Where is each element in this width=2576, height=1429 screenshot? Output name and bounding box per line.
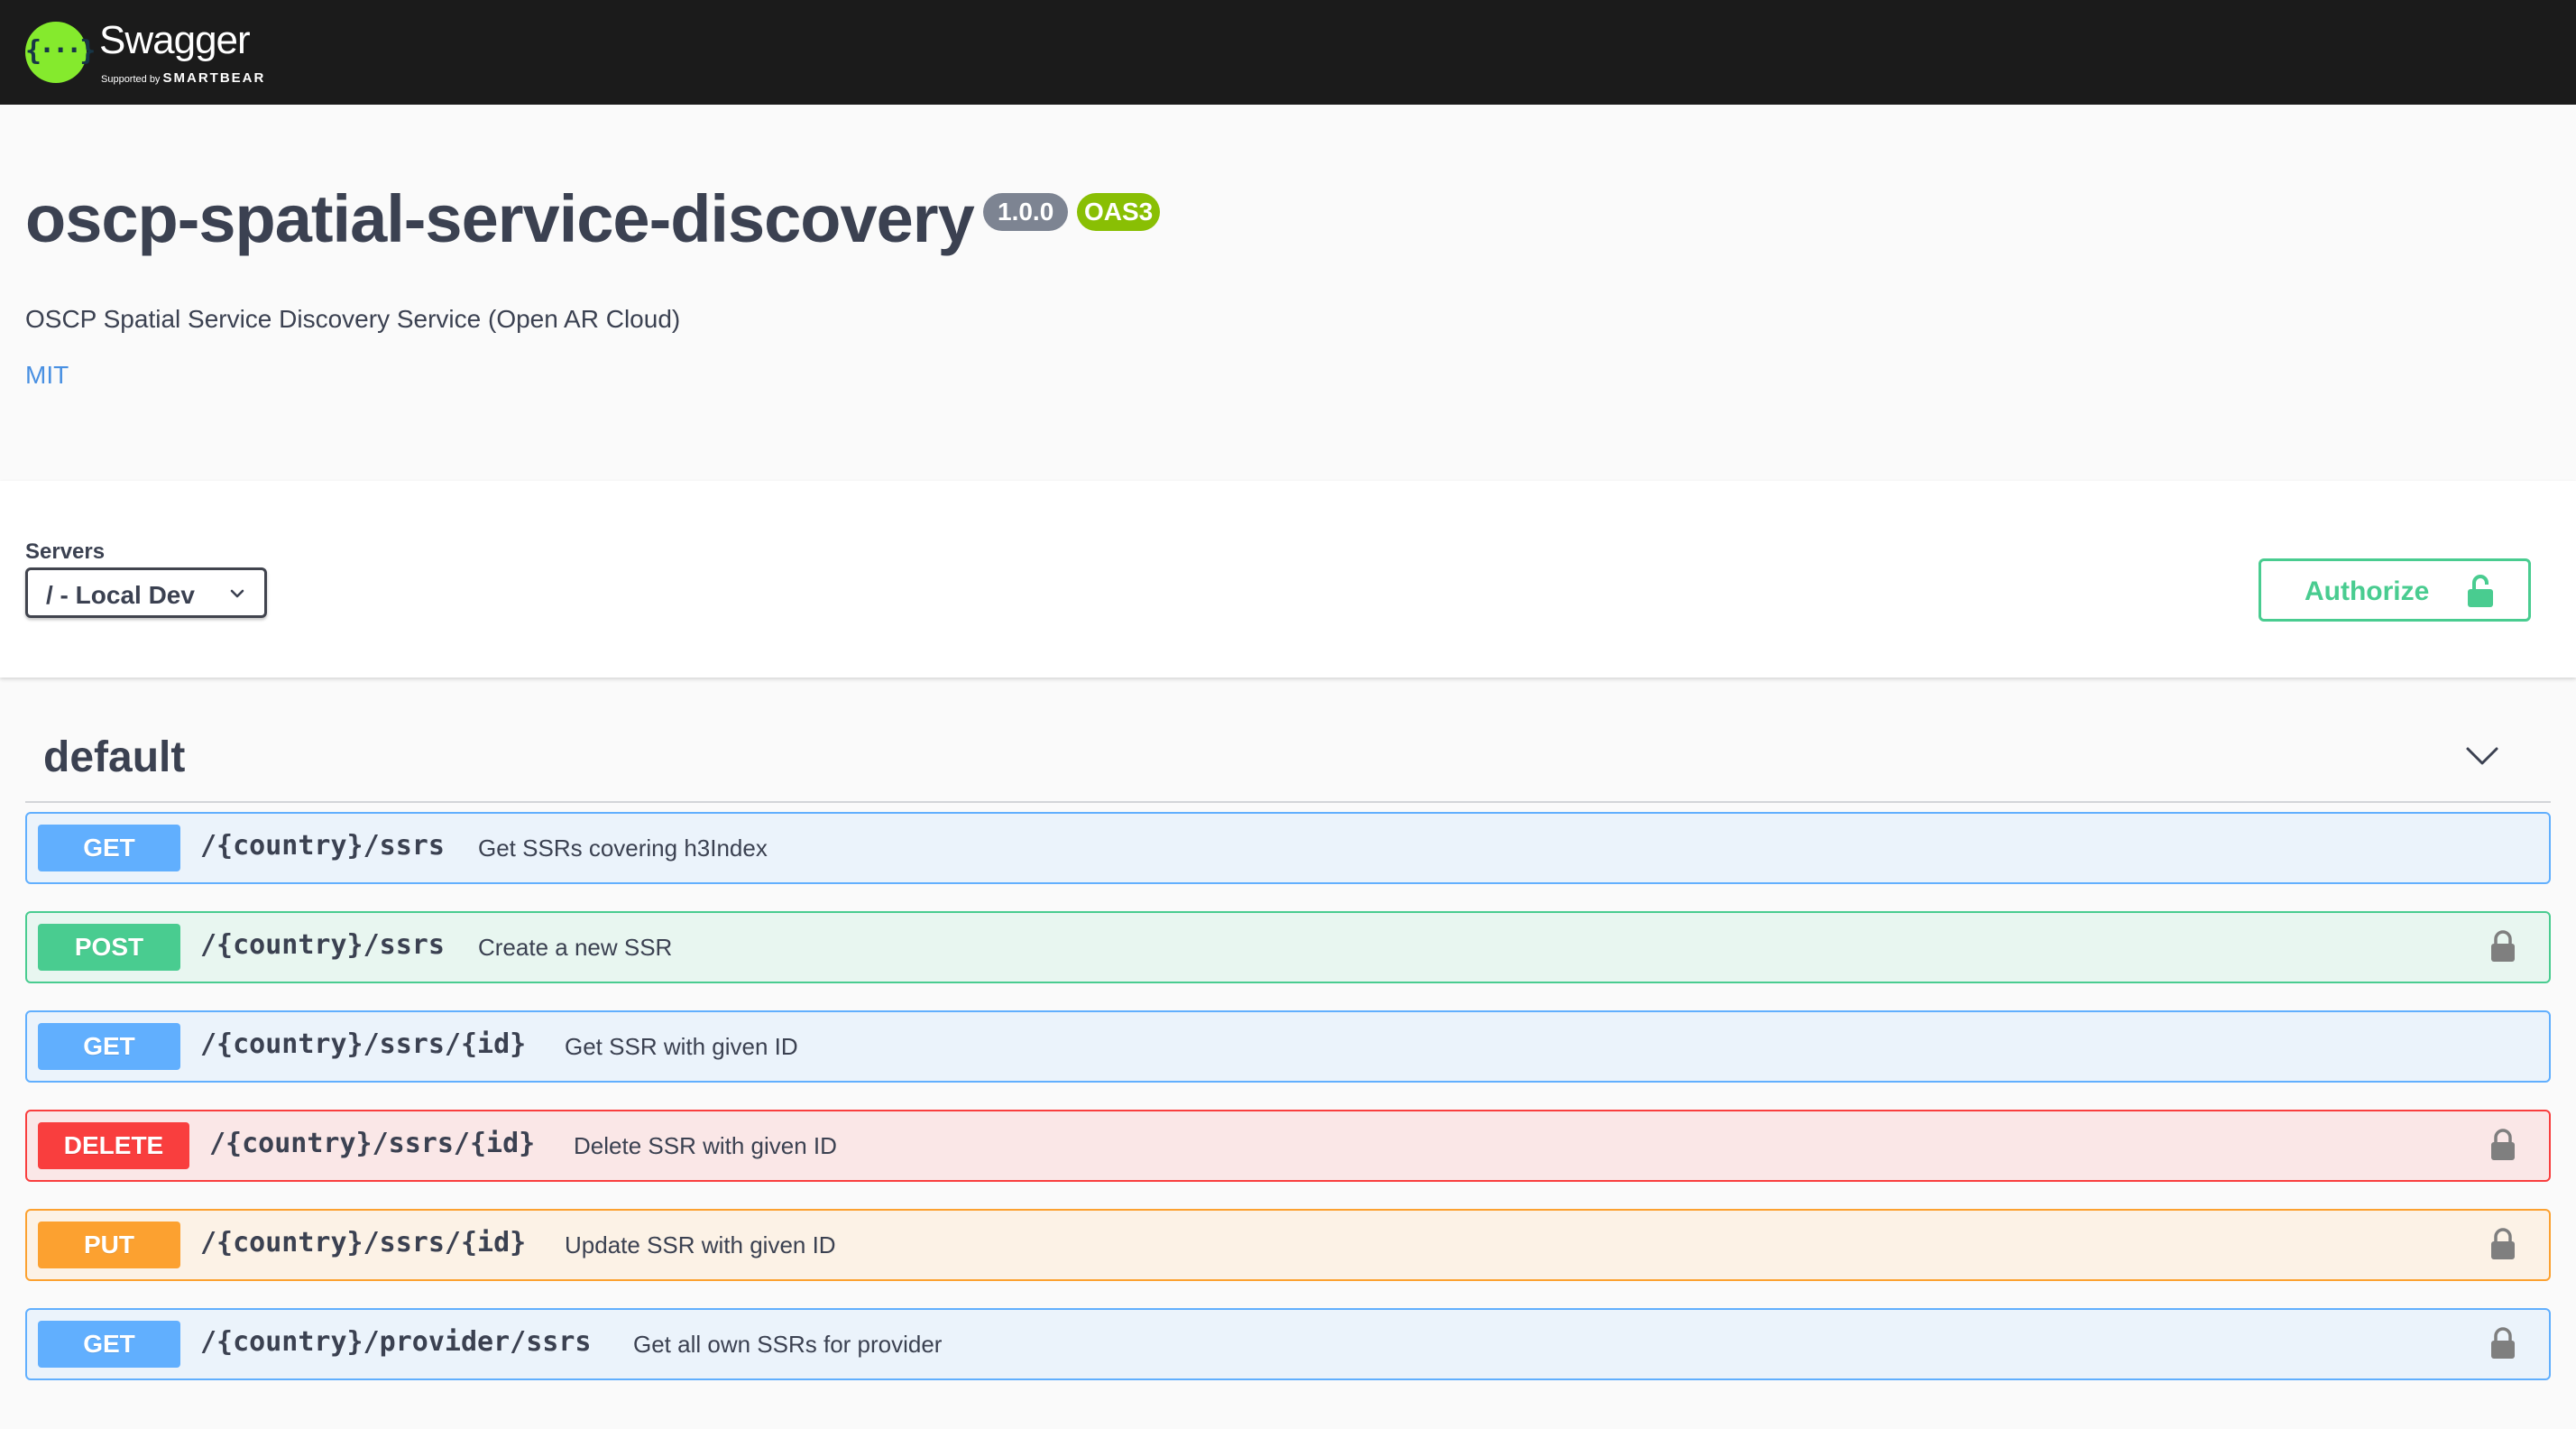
operation-path: /{country}/provider/ssrs <box>200 1326 592 1358</box>
swagger-logo[interactable]: {···} Swagger Supported by SMARTBEAR <box>25 14 289 90</box>
api-description: OSCP Spatial Service Discovery Service (… <box>25 305 681 333</box>
padlock-icon[interactable] <box>2489 1128 2516 1162</box>
servers-select-value: / - Local Dev <box>46 581 195 609</box>
method-badge-get: GET <box>38 825 180 871</box>
unlocked-padlock-icon <box>2468 575 2493 607</box>
authorize-button[interactable]: Authorize <box>2259 558 2531 622</box>
operation-put-country-ssrs-id[interactable]: PUT /{country}/ssrs/{id} Update SSR with… <box>25 1209 2551 1281</box>
operation-get-country-ssrs-id[interactable]: GET /{country}/ssrs/{id} Get SSR with gi… <box>25 1010 2551 1083</box>
servers-select[interactable]: / - Local Dev <box>25 567 267 618</box>
tag-name: default <box>43 733 186 781</box>
operation-get-country-provider-ssrs[interactable]: GET /{country}/provider/ssrs Get all own… <box>25 1308 2551 1380</box>
method-badge-put: PUT <box>38 1222 180 1268</box>
swagger-logo-glyph: {···} <box>25 35 96 67</box>
operation-path: /{country}/ssrs <box>200 929 445 961</box>
method-badge-post: POST <box>38 924 180 971</box>
supported-by-text: Supported by SMARTBEAR <box>101 70 265 86</box>
authorize-label: Authorize <box>2305 576 2430 606</box>
tag-default-header[interactable]: default <box>25 716 2551 803</box>
api-title: oscp-spatial-service-discovery <box>25 181 975 256</box>
operation-summary: Create a new SSR <box>478 934 673 961</box>
smartbear-label: SMARTBEAR <box>162 70 266 86</box>
padlock-icon[interactable] <box>2489 1326 2516 1360</box>
operation-path: /{country}/ssrs/{id} <box>209 1128 536 1159</box>
method-badge-get: GET <box>38 1023 180 1070</box>
version-badge: 1.0.0 <box>983 193 1069 231</box>
collapse-chevron-icon[interactable] <box>2464 738 2500 774</box>
swagger-logo-icon: {···} <box>25 22 96 83</box>
swagger-logo-text: Swagger Supported by SMARTBEAR <box>99 14 289 90</box>
scheme-container: Servers / - Local Dev Authorize <box>0 481 2576 678</box>
operation-summary: Get SSRs covering h3Index <box>478 834 768 862</box>
method-badge-get: GET <box>38 1321 180 1368</box>
servers-label: Servers <box>25 539 106 564</box>
chevron-down-icon <box>230 589 244 598</box>
license-link[interactable]: MIT <box>25 361 69 390</box>
operation-summary: Delete SSR with given ID <box>574 1132 837 1159</box>
topbar: {···} Swagger Supported by SMARTBEAR <box>0 0 2576 105</box>
operation-delete-country-ssrs-id[interactable]: DELETE /{country}/ssrs/{id} Delete SSR w… <box>25 1110 2551 1182</box>
method-badge-delete: DELETE <box>38 1122 189 1169</box>
operation-summary: Get SSR with given ID <box>565 1033 798 1060</box>
swagger-logo-name: Swagger <box>99 18 251 62</box>
supported-by-label: Supported by <box>101 74 161 85</box>
padlock-icon[interactable] <box>2489 1227 2516 1261</box>
oas-badge: OAS3 <box>1077 193 1161 231</box>
operation-path: /{country}/ssrs <box>200 830 445 862</box>
operation-path: /{country}/ssrs/{id} <box>200 1028 527 1060</box>
operation-path: /{country}/ssrs/{id} <box>200 1227 527 1258</box>
operation-summary: Get all own SSRs for provider <box>633 1331 943 1358</box>
operation-get-country-ssrs[interactable]: GET /{country}/ssrs Get SSRs covering h3… <box>25 812 2551 884</box>
operation-post-country-ssrs[interactable]: POST /{country}/ssrs Create a new SSR <box>25 911 2551 983</box>
operation-summary: Update SSR with given ID <box>565 1231 836 1258</box>
padlock-icon[interactable] <box>2489 929 2516 963</box>
